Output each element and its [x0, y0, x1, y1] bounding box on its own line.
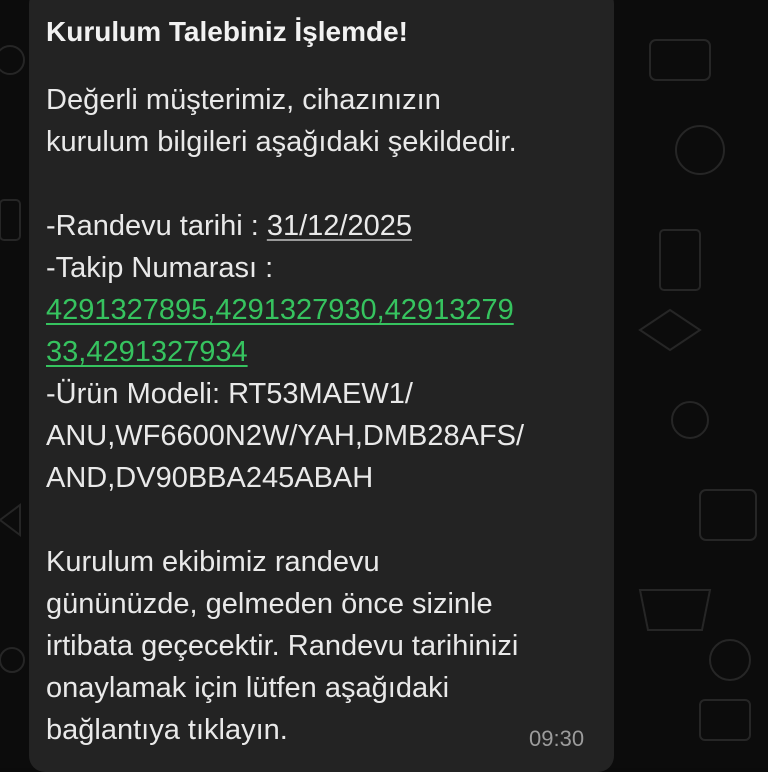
tracking-numbers-line: 4291327895,4291327930,42913279 [46, 289, 606, 331]
info-line: onaylamak için lütfen aşağıdaki [46, 672, 450, 704]
appointment-label: -Randevu tarihi : [46, 210, 267, 242]
info-line: gününüzde, gelmeden önce sizinle [46, 588, 493, 620]
appointment-date-link[interactable]: 31/12/2025 [267, 210, 412, 242]
model-line: -Ürün Modeli: RT53MAEW1/ [46, 378, 413, 410]
message-body: Değerli müşterimiz, cihazınızın kurulum … [46, 79, 606, 751]
message-timestamp: 09:30 [529, 726, 585, 751]
info-line: bağlantıya tıklayın. [46, 714, 288, 746]
tracking-label: -Takip Numarası : [46, 252, 274, 284]
greeting-line: Değerli müşterimiz, cihazınızın [46, 84, 441, 116]
model-line: AND,DV90BBA245ABAH [46, 462, 374, 494]
info-line: Kurulum ekibimiz randevu [46, 546, 380, 578]
message-title: Kurulum Talebiniz İşlemde! [46, 16, 408, 47]
info-line: irtibata geçecektir. Randevu tarihinizi [46, 630, 519, 662]
appointment-line: -Randevu tarihi : 31/12/2025 [46, 205, 606, 247]
tracking-number-link[interactable]: 4291327895,4291327930,42913279 [46, 294, 514, 326]
greeting-line: kurulum bilgileri aşağıdaki şekildedir. [46, 126, 517, 158]
tracking-number-link[interactable]: 33,4291327934 [46, 336, 248, 368]
model-line: ANU,WF6600N2W/YAH,DMB28AFS/ [46, 420, 525, 452]
tracking-numbers-line: 33,4291327934 [46, 331, 606, 373]
